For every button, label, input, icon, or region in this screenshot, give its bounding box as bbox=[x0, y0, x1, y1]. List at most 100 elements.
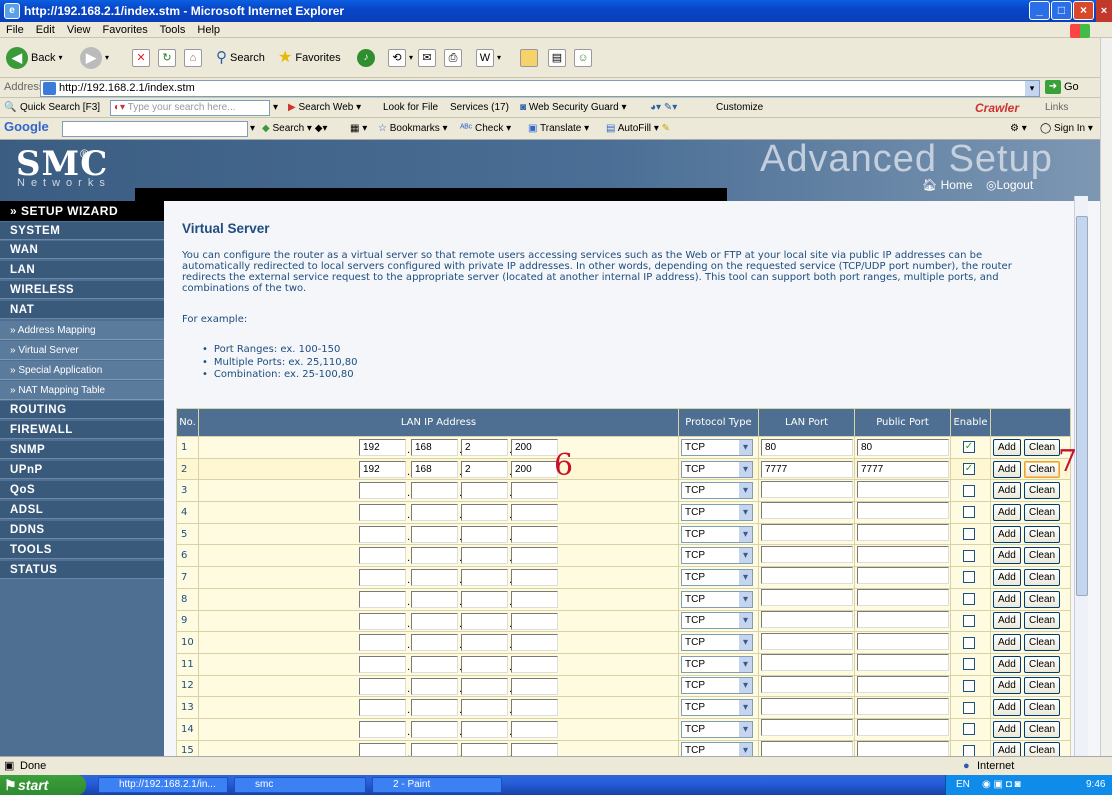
history-button[interactable]: ⟲ ▾ bbox=[388, 48, 413, 68]
bookmarks-button[interactable]: ☆ Bookmarks ▾ bbox=[378, 122, 448, 136]
google-dropdown-icon[interactable]: ▾ bbox=[250, 122, 255, 136]
edit-button[interactable]: W ▾ bbox=[476, 48, 501, 68]
ip-octet-input[interactable] bbox=[411, 720, 458, 738]
sidebar-item-virtual-server[interactable]: » Virtual Server bbox=[0, 341, 164, 360]
enable-checkbox[interactable] bbox=[963, 701, 975, 714]
lan-port-input[interactable] bbox=[761, 675, 853, 693]
ip-octet-input[interactable] bbox=[359, 677, 406, 695]
ip-octet-input[interactable]: 168 bbox=[411, 439, 458, 456]
ip-octet-input[interactable] bbox=[511, 590, 558, 608]
sidebar-item-qos[interactable]: QoS bbox=[0, 481, 164, 499]
menu-tools[interactable]: Tools bbox=[160, 24, 186, 36]
public-port-input[interactable] bbox=[857, 654, 949, 672]
start-button[interactable]: ⚑ start bbox=[0, 775, 86, 795]
clean-button[interactable]: Clean bbox=[1023, 720, 1061, 738]
page-rank-icon[interactable]: ▦ ▾ bbox=[350, 122, 367, 136]
autofill-button[interactable]: ▤ AutoFill ▾ ✎ bbox=[606, 122, 670, 136]
security-icon[interactable]: ◕▾ ✎▾ bbox=[650, 101, 677, 115]
ip-octet-input[interactable] bbox=[359, 720, 406, 738]
media-button[interactable]: ♪ bbox=[357, 48, 375, 68]
add-button[interactable]: Add bbox=[993, 634, 1021, 652]
menu-file[interactable]: File bbox=[6, 24, 24, 36]
add-button[interactable]: Add bbox=[993, 568, 1021, 586]
ip-octet-input[interactable] bbox=[461, 634, 508, 652]
sidebar-item-status[interactable]: STATUS bbox=[0, 561, 164, 579]
ip-octet-input[interactable] bbox=[411, 699, 458, 717]
protocol-select[interactable]: TCP bbox=[681, 699, 753, 717]
ip-octet-input[interactable] bbox=[359, 504, 406, 522]
ip-octet-input[interactable] bbox=[461, 569, 508, 587]
protocol-select[interactable]: TCP bbox=[681, 568, 753, 586]
clean-button[interactable]: Clean bbox=[1023, 742, 1061, 756]
protocol-select[interactable]: TCP bbox=[681, 460, 753, 478]
ip-octet-input[interactable] bbox=[461, 590, 508, 608]
add-button[interactable]: Add bbox=[993, 699, 1021, 717]
public-port-input[interactable] bbox=[857, 610, 949, 628]
public-port-input[interactable] bbox=[857, 675, 949, 693]
window-scrollbar[interactable] bbox=[1100, 38, 1112, 756]
favorites-button[interactable]: ★ Favorites bbox=[278, 48, 341, 68]
ip-octet-input[interactable] bbox=[411, 504, 458, 522]
sidebar-item-tools[interactable]: TOOLS bbox=[0, 541, 164, 559]
ip-octet-input[interactable] bbox=[359, 525, 406, 543]
sidebar-item-upnp[interactable]: UPnP bbox=[0, 461, 164, 479]
add-button[interactable]: Add bbox=[993, 720, 1021, 738]
add-button[interactable]: Add bbox=[993, 460, 1021, 478]
enable-checkbox[interactable] bbox=[963, 744, 975, 756]
ip-octet-input[interactable] bbox=[461, 655, 508, 673]
home-button[interactable]: ⌂ bbox=[184, 48, 202, 68]
enable-checkbox[interactable] bbox=[963, 484, 975, 497]
ip-octet-input[interactable]: 2 bbox=[461, 460, 508, 478]
lan-port-input[interactable] bbox=[761, 480, 853, 498]
ip-octet-input[interactable] bbox=[511, 742, 558, 756]
ip-octet-input[interactable] bbox=[461, 525, 508, 543]
menu-view[interactable]: View bbox=[67, 24, 91, 36]
ip-octet-input[interactable] bbox=[359, 699, 406, 717]
search-button[interactable]: ⚲ Search bbox=[216, 48, 265, 68]
quick-search-input[interactable]: ◐▾ Type your search here... bbox=[110, 100, 270, 116]
add-button[interactable]: Add bbox=[993, 438, 1021, 456]
ip-octet-input[interactable] bbox=[461, 504, 508, 522]
ip-octet-input[interactable] bbox=[411, 525, 458, 543]
refresh-button[interactable]: ↻ bbox=[158, 48, 176, 68]
search-web-button[interactable]: ▶ Search Web ▾ bbox=[288, 101, 361, 115]
protocol-select[interactable]: TCP bbox=[681, 503, 753, 521]
web-security-guard-button[interactable]: ◙ Web Security Guard ▾ bbox=[520, 101, 627, 115]
add-button[interactable]: Add bbox=[993, 503, 1021, 521]
sidebar-item-wireless[interactable]: WIRELESS bbox=[0, 281, 164, 299]
minimize-button[interactable]: _ bbox=[1029, 1, 1050, 20]
enable-checkbox[interactable] bbox=[963, 679, 975, 692]
add-button[interactable]: Add bbox=[993, 525, 1021, 543]
lan-port-input[interactable] bbox=[761, 545, 853, 563]
add-button[interactable]: Add bbox=[993, 590, 1021, 608]
lan-port-input[interactable] bbox=[761, 632, 853, 650]
settings-icon[interactable]: ⚙ ▾ bbox=[1010, 122, 1027, 136]
lan-port-input[interactable] bbox=[761, 567, 853, 585]
ip-octet-input[interactable] bbox=[511, 482, 558, 500]
services-button[interactable]: Services (17) bbox=[450, 101, 509, 115]
public-port-input[interactable] bbox=[857, 524, 949, 542]
enable-checkbox[interactable] bbox=[963, 658, 975, 671]
enable-checkbox[interactable]: ✓ bbox=[963, 463, 975, 476]
ip-octet-input[interactable] bbox=[511, 634, 558, 652]
ip-octet-input[interactable] bbox=[359, 569, 406, 587]
close-icon[interactable]: × bbox=[1096, 0, 1112, 22]
clean-button[interactable]: Clean bbox=[1023, 503, 1061, 521]
protocol-select[interactable]: TCP bbox=[681, 438, 753, 456]
sidebar-item-firewall[interactable]: FIREWALL bbox=[0, 421, 164, 439]
scrollbar-thumb[interactable] bbox=[1076, 216, 1088, 596]
ip-octet-input[interactable] bbox=[411, 612, 458, 630]
ip-octet-input[interactable] bbox=[359, 482, 406, 500]
clean-button[interactable]: Clean bbox=[1023, 655, 1061, 673]
close-button[interactable]: × bbox=[1073, 1, 1094, 20]
enable-checkbox[interactable] bbox=[963, 636, 975, 649]
ip-octet-input[interactable] bbox=[511, 547, 558, 565]
public-port-input[interactable]: 7777 bbox=[857, 460, 949, 478]
lan-port-input[interactable] bbox=[761, 502, 853, 520]
clean-button[interactable]: Clean bbox=[1023, 547, 1061, 565]
ip-octet-input[interactable] bbox=[461, 482, 508, 500]
folder-button[interactable] bbox=[520, 48, 538, 68]
sidebar-item-wan[interactable]: WAN bbox=[0, 241, 164, 259]
lan-port-input[interactable] bbox=[761, 524, 853, 542]
public-port-input[interactable] bbox=[857, 545, 949, 563]
